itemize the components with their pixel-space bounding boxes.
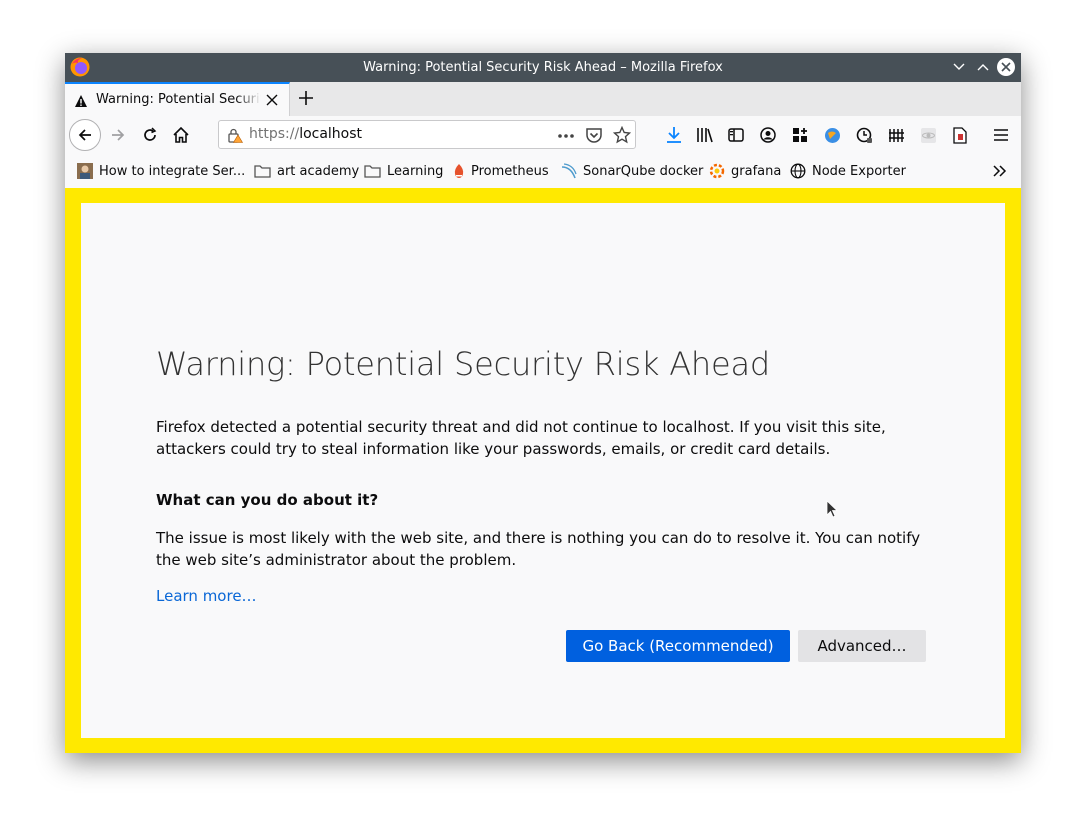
error-advice: The issue is most likely with the web si…	[156, 529, 921, 569]
extension-globe-icon[interactable]	[824, 127, 841, 144]
bookmark-label: Node Exporter	[812, 163, 906, 179]
folder-icon	[364, 164, 381, 178]
bookmark-label: Prometheus	[471, 163, 549, 179]
navigation-toolbar: https://localhost	[65, 116, 1021, 155]
extension-fence-icon[interactable]	[888, 127, 905, 143]
bookmark-item[interactable]: How to integrate Ser...	[77, 154, 245, 188]
title-bar: Warning: Potential Security Risk Ahead –…	[65, 53, 1021, 82]
chevron-up-icon	[977, 64, 989, 71]
prometheus-icon	[453, 163, 465, 179]
minimize-button[interactable]	[949, 57, 969, 77]
hamburger-menu-icon[interactable]	[994, 129, 1008, 141]
chevron-down-icon	[953, 63, 965, 70]
maximize-button[interactable]	[973, 57, 993, 77]
mouse-cursor-icon	[826, 500, 838, 518]
close-window-button[interactable]	[997, 58, 1015, 76]
error-description: Firefox detected a potential security th…	[156, 418, 886, 458]
downloads-icon[interactable]	[666, 126, 682, 144]
tab-strip: Warning: Potential Security Risk Ahead	[65, 82, 1021, 116]
error-title: Warning: Potential Security Risk Ahead	[156, 345, 771, 383]
url-host: localhost	[299, 126, 363, 142]
advanced-button[interactable]: Advanced…	[798, 630, 926, 662]
tab-security-warning[interactable]: Warning: Potential Security Risk Ahead	[65, 82, 290, 116]
library-icon[interactable]	[696, 127, 714, 143]
bookmarks-toolbar: How to integrate Ser... art academy Lear…	[65, 154, 1021, 188]
avatar-icon	[77, 163, 93, 179]
bookmark-item[interactable]: Node Exporter	[790, 154, 906, 188]
bookmark-label: grafana	[731, 163, 782, 179]
pocket-icon[interactable]	[585, 127, 603, 144]
sidebar-icon[interactable]	[728, 127, 744, 143]
page-actions-icon[interactable]	[557, 133, 575, 139]
globe-icon	[790, 163, 806, 179]
url-scheme: https://	[249, 126, 300, 142]
page-content-frame: Warning: Potential Security Risk Ahead F…	[65, 188, 1021, 753]
close-icon	[1001, 62, 1011, 72]
bookmark-label: Learning	[387, 163, 444, 179]
reload-icon	[144, 127, 157, 141]
account-icon[interactable]	[760, 127, 776, 143]
back-button[interactable]	[69, 119, 101, 151]
star-bookmark-icon[interactable]	[613, 126, 631, 144]
browser-window: Warning: Potential Security Risk Ahead –…	[65, 53, 1021, 753]
new-tab-icon[interactable]	[297, 89, 315, 107]
tab-label: Warning: Potential Security Risk Ahead	[96, 92, 261, 107]
bookmark-label: SonarQube docker	[583, 163, 704, 179]
warning-icon	[75, 95, 87, 107]
go-back-button[interactable]: Go Back (Recommended)	[566, 630, 790, 662]
bookmark-folder[interactable]: Learning	[364, 154, 443, 188]
arrow-left-icon	[78, 129, 91, 141]
extensions-grid-icon[interactable]	[792, 127, 808, 143]
bookmark-folder[interactable]: art academy	[254, 154, 359, 188]
home-button[interactable]	[166, 120, 196, 150]
bookmark-item[interactable]: Prometheus	[453, 154, 549, 188]
reload-button[interactable]	[135, 120, 165, 150]
extension-atom-icon[interactable]	[920, 127, 937, 144]
window-title: Warning: Potential Security Risk Ahead –…	[363, 60, 723, 75]
insecure-lock-icon	[228, 128, 243, 143]
error-page: Warning: Potential Security Risk Ahead F…	[81, 203, 1005, 738]
grafana-icon	[709, 163, 725, 179]
address-bar[interactable]: https://localhost	[218, 120, 636, 149]
sonarqube-icon	[561, 163, 577, 179]
home-icon	[173, 126, 189, 143]
arrow-right-icon	[112, 129, 125, 141]
extension-document-icon[interactable]	[953, 127, 967, 144]
learn-more-link[interactable]: Learn more…	[156, 587, 257, 605]
bookmark-item[interactable]: SonarQube docker	[561, 154, 703, 188]
what-can-you-do-heading: What can you do about it?	[156, 491, 379, 509]
bookmark-label: How to integrate Ser...	[99, 163, 246, 179]
extension-timer-icon[interactable]	[856, 127, 873, 144]
forward-button[interactable]	[103, 120, 133, 150]
folder-icon	[254, 164, 271, 178]
tab-close-icon[interactable]	[265, 93, 279, 107]
bookmark-item[interactable]: grafana	[709, 154, 781, 188]
chevron-double-right-icon[interactable]	[993, 164, 1007, 178]
bookmark-label: art academy	[277, 163, 360, 179]
url-text[interactable]: https://localhost	[249, 121, 362, 148]
